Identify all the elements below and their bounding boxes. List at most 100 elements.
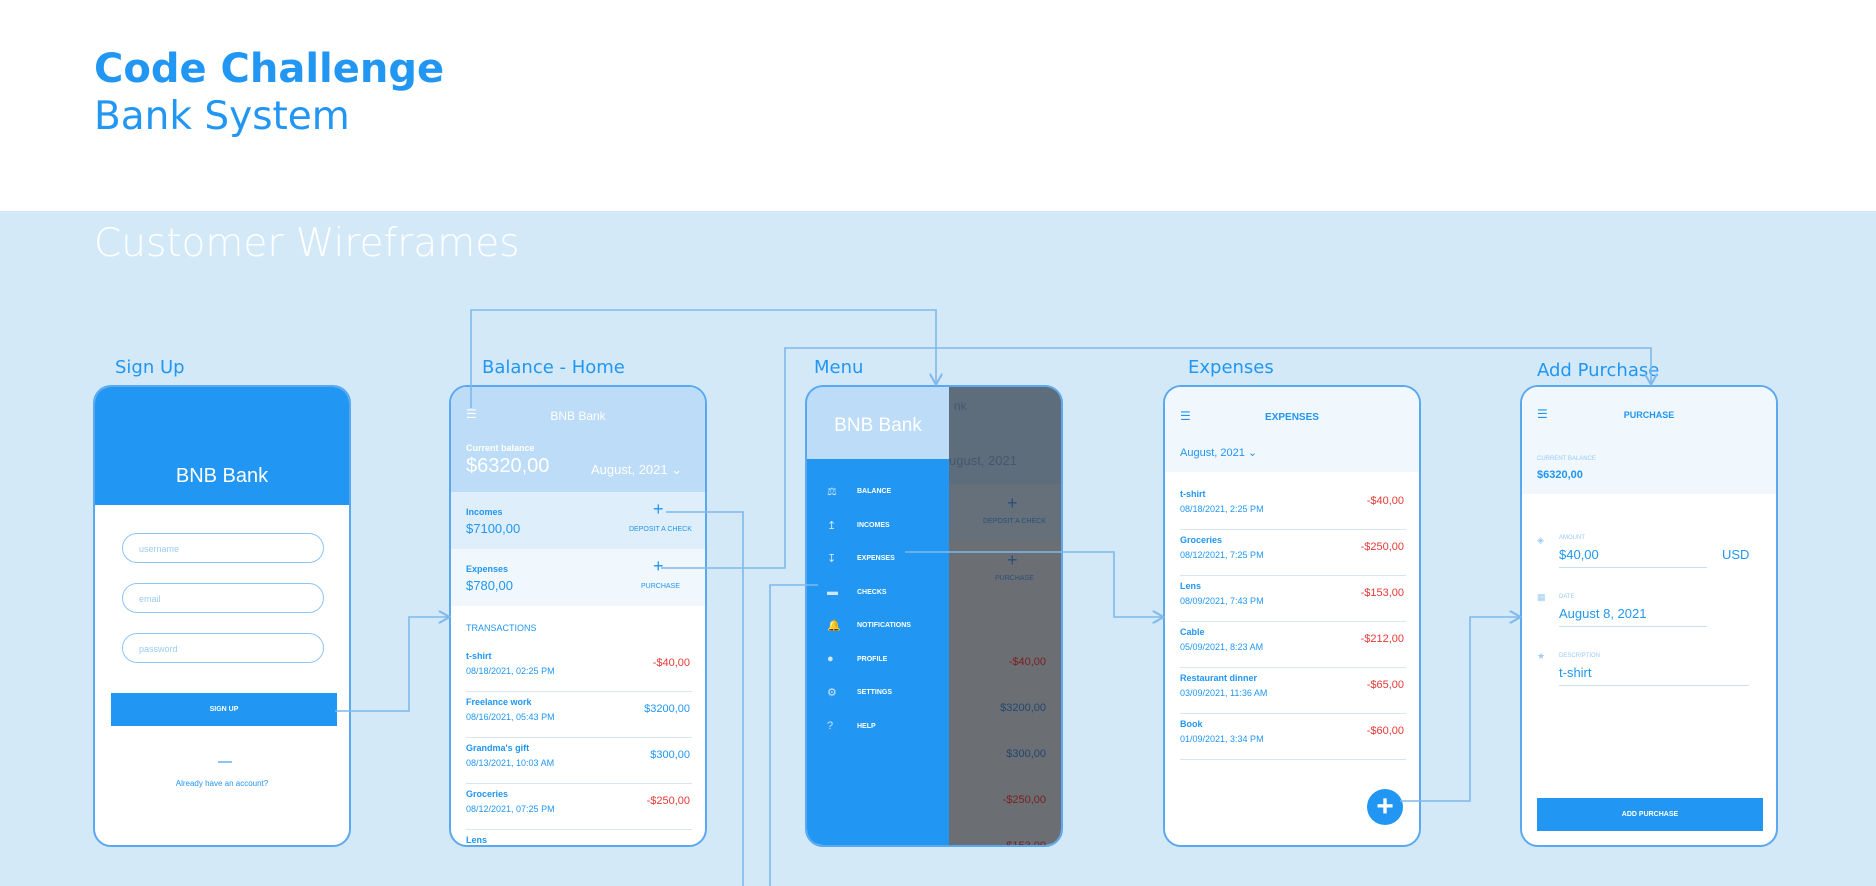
table-row[interactable]: Freelance work 08/16/2021, 05:43 PM $320… bbox=[451, 693, 705, 739]
list-item[interactable]: Lens 08/09/2021, 7:43 PM -$153,00 bbox=[1165, 577, 1419, 623]
overlay-amount: -$250,00 bbox=[1002, 794, 1046, 806]
amount-label: AMOUNT bbox=[1559, 535, 1585, 541]
arrow-up-icon: ↥ bbox=[827, 519, 837, 532]
table-row[interactable]: Lens bbox=[451, 831, 705, 845]
expense-name: Restaurant dinner bbox=[1180, 673, 1258, 683]
expense-date: 08/09/2021, 7:43 PM bbox=[1180, 596, 1264, 606]
menu-screen-label: Menu bbox=[814, 357, 864, 378]
email-field[interactable]: email bbox=[122, 583, 324, 613]
plus-icon: + bbox=[1007, 493, 1018, 513]
transaction-amount: -$40,00 bbox=[652, 657, 690, 669]
menu-item-label: BALANCE bbox=[857, 488, 892, 495]
month-label: August, 2021 bbox=[591, 462, 668, 477]
menu-item-notifications[interactable]: 🔔 NOTIFICATIONS bbox=[807, 617, 949, 639]
add-expense-button[interactable]: + bbox=[1367, 789, 1403, 825]
menu-item-expenses[interactable]: ↧ EXPENSES bbox=[807, 550, 949, 572]
signup-screen: BNB Bank username email password SIGN UP… bbox=[93, 385, 351, 847]
expense-date: 03/09/2021, 11:36 AM bbox=[1180, 688, 1268, 698]
bell-icon: 🔔 bbox=[827, 620, 841, 632]
table-row[interactable]: t-shirt 08/18/2021, 02:25 PM -$40,00 bbox=[451, 647, 705, 693]
table-row[interactable]: Groceries 08/12/2021, 07:25 PM -$250,00 bbox=[451, 785, 705, 831]
menu-item-label: PROFILE bbox=[857, 655, 888, 663]
menu-item-label: CHECKS bbox=[857, 588, 887, 596]
transaction-name: Lens bbox=[466, 835, 488, 845]
check-card-icon: ▬ bbox=[827, 585, 838, 598]
add-purchase-button[interactable]: ADD PURCHASE bbox=[1537, 798, 1763, 831]
expense-name: Groceries bbox=[1180, 535, 1223, 545]
expense-date: 08/18/2021, 2:25 PM bbox=[1180, 504, 1264, 514]
expenses-screen: ☰ EXPENSES August, 2021 ⌄ t-shirt 08/18/… bbox=[1163, 385, 1421, 847]
transactions-title: TRANSACTIONS bbox=[466, 623, 537, 633]
plus-icon[interactable]: + bbox=[653, 556, 664, 577]
transaction-amount: $3200,00 bbox=[644, 703, 690, 715]
balance-screen-label: Balance - Home bbox=[482, 357, 625, 378]
arrow-down-icon: ↧ bbox=[827, 553, 837, 565]
date-label: DATE bbox=[1559, 594, 1575, 600]
screen-title: PURCHASE bbox=[1623, 410, 1675, 420]
menu-item-checks[interactable]: ▬ CHECKS bbox=[807, 584, 949, 606]
overlay-amount: $300,00 bbox=[1006, 748, 1046, 760]
overlay-purchase: PURCHASE bbox=[995, 575, 1034, 582]
sign-up-button[interactable]: SIGN UP bbox=[111, 693, 337, 726]
overlay-amount: $3200,00 bbox=[1000, 702, 1046, 714]
tag-icon: ◈ bbox=[1537, 535, 1544, 545]
currency-label[interactable]: USD bbox=[1722, 547, 1749, 562]
help-icon: ? bbox=[827, 719, 834, 732]
divider bbox=[466, 737, 692, 738]
balance-screen: ☰ BNB Bank Current balance $6320,00 Augu… bbox=[449, 385, 707, 847]
menu-item-profile[interactable]: ● PROFILE bbox=[807, 651, 949, 673]
list-item[interactable]: t-shirt 08/18/2021, 2:25 PM -$40,00 bbox=[1165, 485, 1419, 531]
menu-item-label: EXPENSES bbox=[857, 555, 895, 562]
purchase-screen-label: Add Purchase bbox=[1537, 360, 1660, 381]
expense-name: Cable bbox=[1180, 627, 1205, 637]
plus-icon[interactable]: + bbox=[653, 499, 664, 520]
month-selector[interactable]: August, 2021 ⌄ bbox=[1180, 446, 1257, 459]
current-balance-value: $6320,00 bbox=[1537, 469, 1583, 481]
expense-name: Book bbox=[1180, 719, 1203, 729]
expense-date: 05/09/2021, 8:23 AM bbox=[1180, 642, 1264, 652]
transaction-amount: $300,00 bbox=[650, 749, 690, 761]
divider bbox=[466, 691, 692, 692]
divider bbox=[1180, 759, 1406, 760]
description-label: DESCRIPTION bbox=[1559, 653, 1601, 659]
menu-item-label: NOTIFICATIONS bbox=[857, 622, 911, 629]
password-field[interactable]: password bbox=[122, 633, 324, 663]
expenses-value: $780,00 bbox=[466, 578, 513, 593]
menu-item-help[interactable]: ? HELP bbox=[807, 718, 949, 740]
list-item[interactable]: Book 01/09/2021, 3:34 PM -$60,00 bbox=[1165, 715, 1419, 761]
date-input[interactable]: August 8, 2021 bbox=[1559, 606, 1707, 627]
person-icon: ● bbox=[827, 652, 834, 665]
menu-item-incomes[interactable]: ↥ INCOMES bbox=[807, 517, 949, 539]
expense-date: 01/09/2021, 3:34 PM bbox=[1180, 734, 1264, 744]
expense-amount: -$250,00 bbox=[1360, 541, 1404, 553]
current-balance-value: $6320,00 bbox=[466, 455, 550, 477]
expense-date: 08/12/2021, 7:25 PM bbox=[1180, 550, 1264, 560]
transaction-date: 08/18/2021, 02:25 PM bbox=[466, 666, 555, 676]
expense-amount: -$212,00 bbox=[1360, 633, 1404, 645]
overlay-amount: -$153,00 bbox=[1002, 840, 1046, 847]
list-item[interactable]: Cable 05/09/2021, 8:23 AM -$212,00 bbox=[1165, 623, 1419, 669]
menu-item-label: HELP bbox=[857, 722, 876, 730]
page-title: Code Challenge bbox=[94, 46, 445, 92]
deposit-check-label: DEPOSIT A CHECK bbox=[629, 526, 692, 533]
transaction-name: t-shirt bbox=[466, 651, 492, 661]
menu-item-balance[interactable]: ⚖ BALANCE bbox=[807, 483, 949, 505]
login-link[interactable]: Already have an account? bbox=[95, 779, 349, 788]
list-item[interactable]: Restaurant dinner 03/09/2021, 11:36 AM -… bbox=[1165, 669, 1419, 715]
table-row[interactable]: Grandma's gift 08/13/2021, 10:03 AM $300… bbox=[451, 739, 705, 785]
amount-input[interactable]: $40,00 bbox=[1559, 547, 1707, 568]
divider bbox=[1180, 575, 1406, 576]
menu-item-settings[interactable]: ⚙ SETTINGS bbox=[807, 684, 949, 706]
username-field[interactable]: username bbox=[122, 533, 324, 563]
description-input[interactable]: t-shirt bbox=[1559, 665, 1749, 686]
menu-screen: nk ugust, 2021 + DEPOSIT A CHECK + PURCH… bbox=[805, 385, 1063, 847]
divider bbox=[466, 783, 692, 784]
screen-title: EXPENSES bbox=[1265, 412, 1319, 423]
incomes-value: $7100,00 bbox=[466, 521, 521, 536]
incomes-label: Incomes bbox=[466, 507, 503, 517]
list-item[interactable]: Groceries 08/12/2021, 7:25 PM -$250,00 bbox=[1165, 531, 1419, 577]
month-selector[interactable]: August, 2021 ⌄ bbox=[591, 462, 682, 478]
plus-icon: + bbox=[1376, 790, 1394, 823]
gear-icon: ⚙ bbox=[827, 687, 837, 699]
chevron-down-icon: ⌄ bbox=[671, 462, 683, 477]
